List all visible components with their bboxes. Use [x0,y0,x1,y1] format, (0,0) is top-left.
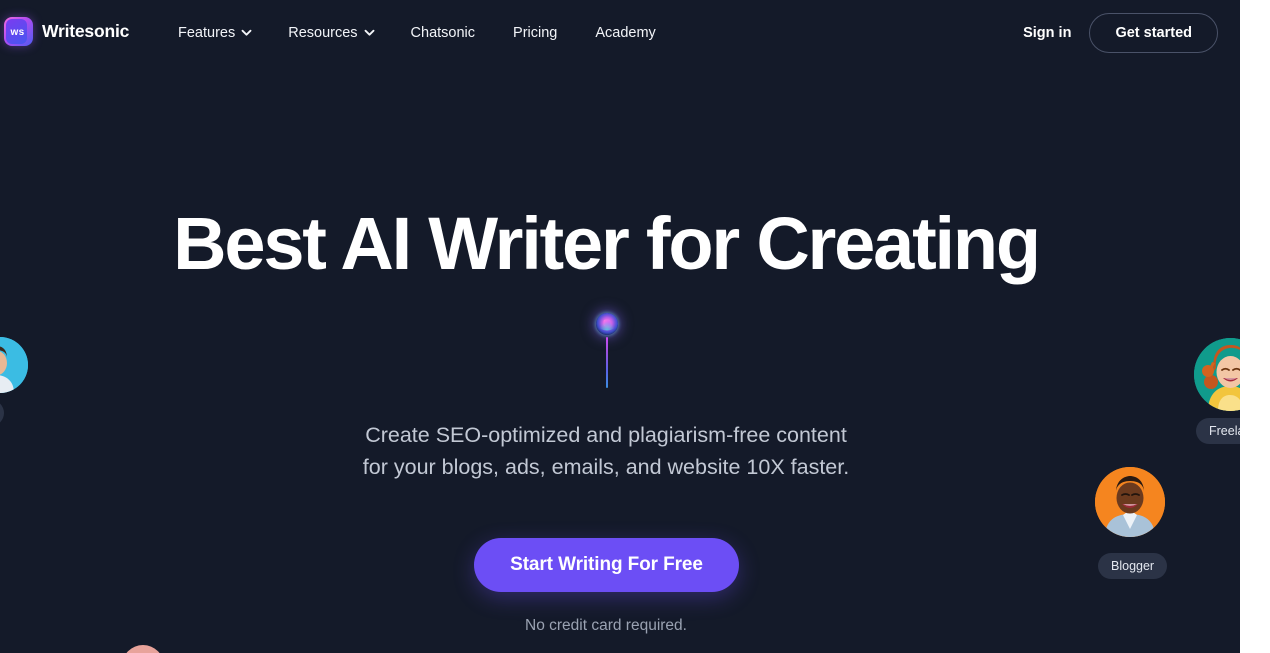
start-writing-for-free-button[interactable]: Start Writing For Free [474,538,739,592]
page-canvas: ws Writesonic Features Resources Chatson… [0,0,1240,653]
avatar-bottom-cutoff [122,645,164,653]
page-title: Best AI Writer for Creating [173,202,1041,285]
subheadline-line-2: for your blogs, ads, emails, and website… [362,455,850,479]
avatar-label-blogger: Blogger [1098,553,1168,579]
hero-section: Best AI Writer for Creating Create SEO-o… [0,0,1240,653]
avatar-label-freelancer: Freelancer [1196,418,1240,444]
hero-subheadline: Create SEO-optimized and plagiarism-free… [0,419,1212,483]
avatar-left-cutoff [0,337,28,393]
subheadline-line-1: Create SEO-optimized and plagiarism-free… [365,423,847,447]
orb-glow-icon [596,313,618,335]
orb-core-icon [603,319,611,327]
ai-cursor-orb-icon [596,313,618,388]
cursor-beam [606,337,608,388]
page-root: ws Writesonic Features Resources Chatson… [0,0,1270,653]
avatar-freelancer [1194,338,1240,411]
no-credit-card-note: No credit card required. [525,617,687,634]
avatar-blogger [1095,467,1165,537]
logo-mark-text: ws [10,27,25,38]
